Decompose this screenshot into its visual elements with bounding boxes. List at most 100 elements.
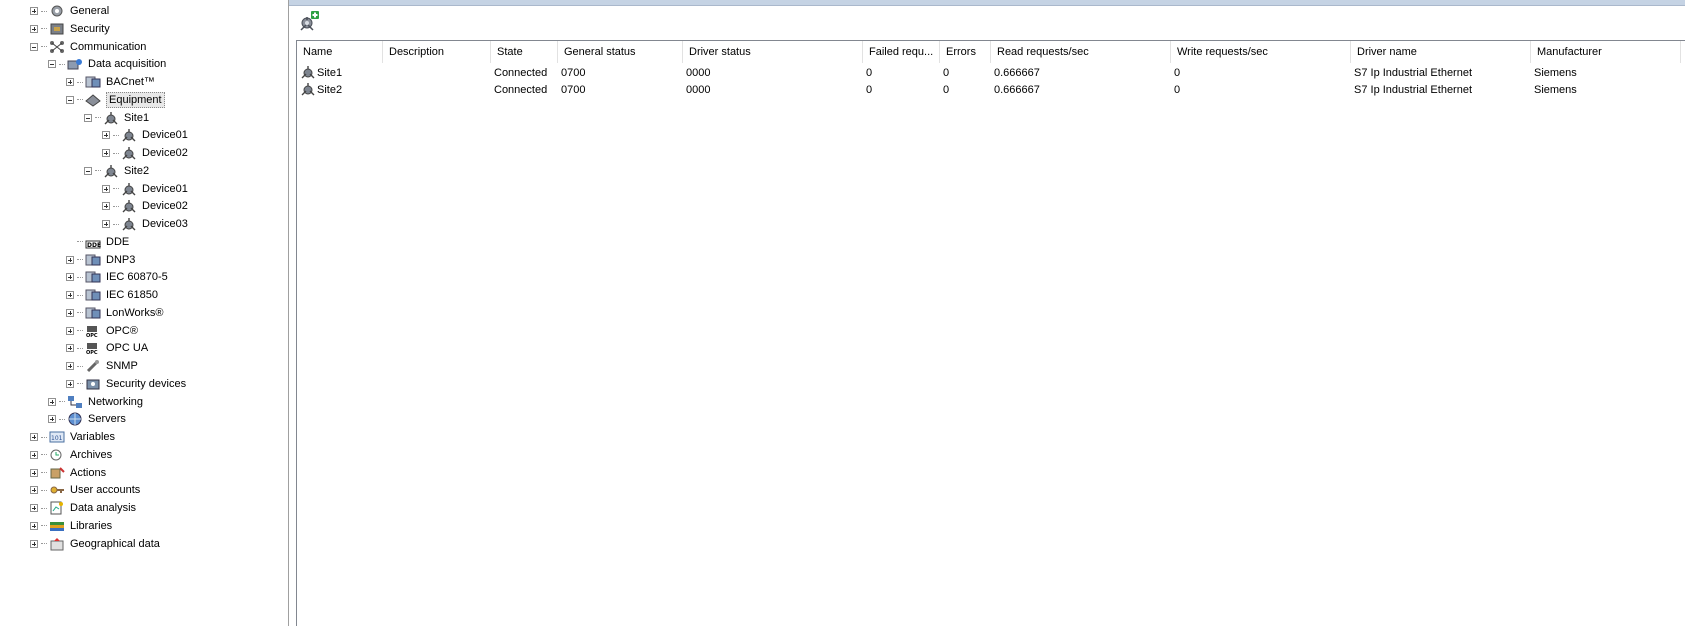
expand-icon[interactable] (66, 255, 74, 264)
expand-icon[interactable] (66, 273, 74, 282)
tree-item[interactable]: Device02 (102, 145, 188, 161)
tree-item[interactable]: Device01 (102, 181, 188, 197)
column-header[interactable]: Description (383, 41, 491, 63)
collapse-icon[interactable] (48, 60, 56, 69)
collapse-icon[interactable] (84, 166, 92, 175)
tree-item[interactable]: General (30, 3, 109, 19)
expand-icon[interactable] (66, 362, 74, 370)
expand-icon[interactable] (30, 539, 38, 548)
expand-icon[interactable] (66, 78, 74, 86)
table-cell-errors: 0 (943, 84, 950, 96)
tree-item[interactable]: Site1 (84, 110, 149, 126)
tree-item[interactable]: Device02 (102, 198, 188, 214)
tree-item[interactable]: Device01 (102, 127, 188, 143)
collapse-icon[interactable] (66, 95, 74, 104)
column-header[interactable]: Name (297, 41, 383, 63)
tree-item[interactable]: Security devices (66, 376, 186, 392)
tree-item[interactable]: Site2 (84, 163, 149, 179)
expand-icon[interactable] (30, 486, 38, 495)
expand-icon[interactable] (66, 291, 74, 299)
expand-icon[interactable] (66, 379, 74, 388)
tree-item-label: BACnet™ (106, 76, 155, 88)
column-header[interactable]: Driver status (683, 41, 863, 63)
tree-item[interactable]: Communication (30, 39, 146, 55)
tree-item[interactable]: Networking (48, 394, 143, 410)
tree-item[interactable]: OPC OPC UA (66, 340, 148, 356)
equipment-grid[interactable]: Name Description State General status Driver… (296, 40, 1685, 626)
tree-item[interactable]: IEC 60870-5 (66, 269, 168, 285)
table-cell-failed: 0 (866, 84, 873, 96)
tree-item[interactable]: Data analysis (30, 500, 136, 516)
column-header[interactable]: Read requests/sec (991, 41, 1171, 63)
tree-connector (77, 241, 83, 243)
tree-item[interactable]: IEC 61850 (66, 287, 158, 303)
expand-icon[interactable] (30, 468, 38, 477)
tree-item[interactable]: 101 Variables (30, 429, 115, 445)
tree-connector (77, 330, 83, 331)
expand-icon[interactable] (30, 504, 38, 512)
table-cell-write-rps: 0 (1174, 84, 1181, 96)
tree-item-label: Servers (88, 413, 126, 426)
tree-item[interactable]: User accounts (30, 482, 140, 498)
expand-icon[interactable] (30, 521, 38, 530)
tree-item-label: IEC 61850 (106, 289, 158, 301)
site-name: Site2 (317, 84, 343, 96)
expand-icon[interactable] (30, 433, 38, 441)
expand-icon[interactable] (102, 131, 110, 140)
expand-icon[interactable] (102, 220, 110, 228)
tree-item[interactable]: Data acquisition (48, 56, 166, 72)
expand-icon[interactable] (102, 149, 110, 157)
tree-item[interactable]: Actions (30, 465, 106, 481)
tree-item[interactable]: Equipment (66, 91, 165, 108)
tree-item[interactable]: Device03 (102, 216, 188, 232)
tree-connector (41, 507, 47, 509)
expand-icon[interactable] (48, 415, 56, 424)
column-header[interactable]: Write requests/sec (1171, 41, 1351, 63)
svg-text:DDE: DDE (87, 242, 101, 249)
expand-icon[interactable] (66, 344, 74, 353)
column-header[interactable]: Manufacturer (1531, 41, 1681, 63)
navigation-tree[interactable]: General Security Communication Data acquisi… (0, 0, 289, 626)
tree-item[interactable]: BACnet™ (66, 74, 155, 90)
network-hub-icon (49, 40, 65, 54)
column-header[interactable]: Driver name (1351, 41, 1531, 63)
column-header[interactable]: State (491, 41, 558, 63)
tree-item[interactable]: SNMP (66, 358, 138, 374)
tree-item[interactable]: Libraries (30, 518, 112, 534)
expand-icon[interactable] (66, 326, 74, 335)
tree-connector (41, 543, 47, 544)
expand-icon[interactable] (30, 24, 38, 33)
site-icon (300, 65, 315, 79)
expand-icon[interactable] (66, 308, 74, 317)
expand-icon[interactable] (48, 397, 56, 406)
tree-item[interactable]: DDE DDE (66, 234, 129, 250)
add-site-icon (300, 11, 319, 31)
tree-connector (59, 63, 65, 65)
tree-item[interactable]: LonWorks® (66, 305, 163, 321)
expand-icon[interactable] (102, 184, 110, 193)
tree-item[interactable]: Geographical data (30, 536, 160, 552)
column-header[interactable]: General status (558, 41, 683, 63)
collapse-icon[interactable] (30, 42, 38, 51)
table-row[interactable]: Site2 Connected 0700 0000 0 0 0.666667 0 S7 Ip I… (297, 82, 1685, 98)
table-row[interactable]: Site1 Connected 0700 0000 0 0 0.666667 0 S7 Ip I… (297, 65, 1685, 81)
tree-item-label: Variables (70, 431, 116, 443)
table-cell-driver-name: S7 Ip Industrial Ethernet (1354, 67, 1473, 79)
column-header[interactable]: Failed requ... (863, 41, 940, 63)
tree-item[interactable]: Servers (48, 411, 126, 427)
tree-item[interactable]: DNP3 (66, 252, 135, 268)
expand-icon[interactable] (30, 7, 38, 15)
column-header[interactable]: Errors (940, 41, 991, 63)
expand-icon[interactable] (30, 450, 38, 459)
tree-connector (41, 525, 47, 527)
tree-connector (59, 418, 65, 420)
add-site-button[interactable] (297, 9, 321, 33)
lonworks-icon (85, 306, 101, 320)
tree-item[interactable]: OPC OPC® (66, 323, 138, 339)
expand-icon[interactable] (102, 202, 110, 211)
collapse-icon[interactable] (84, 113, 92, 122)
tree-item-label: SNMP (106, 360, 138, 372)
tree-item[interactable]: Security (30, 21, 110, 37)
tree-item[interactable]: Archives (30, 447, 112, 463)
